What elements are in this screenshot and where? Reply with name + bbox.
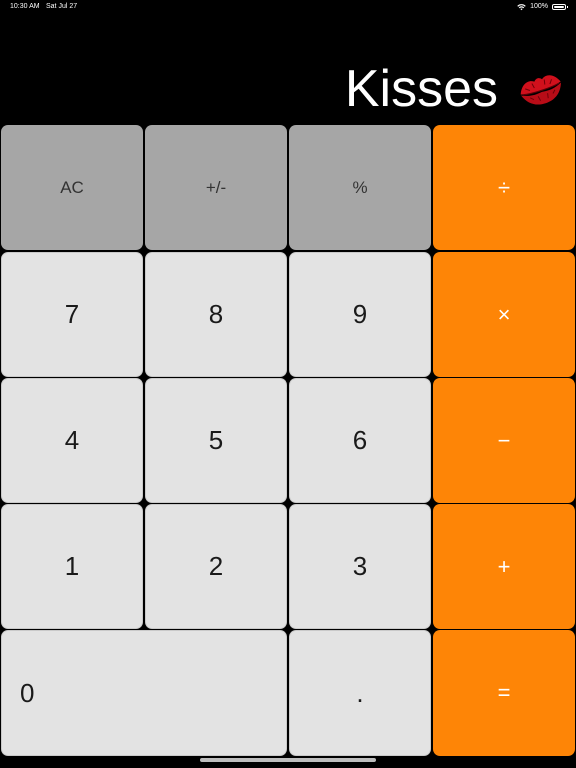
digit-9-button[interactable]: 9 (289, 252, 431, 377)
home-indicator[interactable] (200, 758, 376, 762)
digit-6-button[interactable]: 6 (289, 378, 431, 503)
multiply-button[interactable]: × (433, 252, 575, 377)
battery-percent: 100% (530, 3, 548, 10)
digit-1-button[interactable]: 1 (1, 504, 143, 629)
percent-button[interactable]: % (289, 125, 431, 250)
status-right: 100% (517, 0, 568, 14)
digit-7-button[interactable]: 7 (1, 252, 143, 377)
digit-4-button[interactable]: 4 (1, 378, 143, 503)
digit-5-button[interactable]: 5 (145, 378, 287, 503)
calculator-screen: 10:30 AM Sat Jul 27 100% Kisses AC +/- %… (0, 0, 576, 768)
plus-button[interactable]: + (433, 504, 575, 629)
status-time: 10:30 AM (10, 3, 40, 10)
wifi-icon (517, 3, 526, 10)
plus-minus-button[interactable]: +/- (145, 125, 287, 250)
display-value: Kisses (344, 60, 498, 118)
digit-2-button[interactable]: 2 (145, 504, 287, 629)
kiss-mark-icon (520, 75, 561, 105)
minus-button[interactable]: − (433, 378, 575, 503)
battery-icon (552, 4, 568, 10)
status-bar: 10:30 AM Sat Jul 27 100% (0, 0, 576, 14)
equals-button[interactable]: = (433, 630, 575, 756)
all-clear-button[interactable]: AC (1, 125, 143, 250)
divide-button[interactable]: ÷ (433, 125, 575, 250)
decimal-button[interactable]: . (289, 630, 431, 756)
status-date: Sat Jul 27 (46, 3, 78, 10)
digit-0-button[interactable]: 0 (1, 630, 287, 756)
calculator-display: Kisses (345, 58, 566, 120)
digit-8-button[interactable]: 8 (145, 252, 287, 377)
digit-3-button[interactable]: 3 (289, 504, 431, 629)
